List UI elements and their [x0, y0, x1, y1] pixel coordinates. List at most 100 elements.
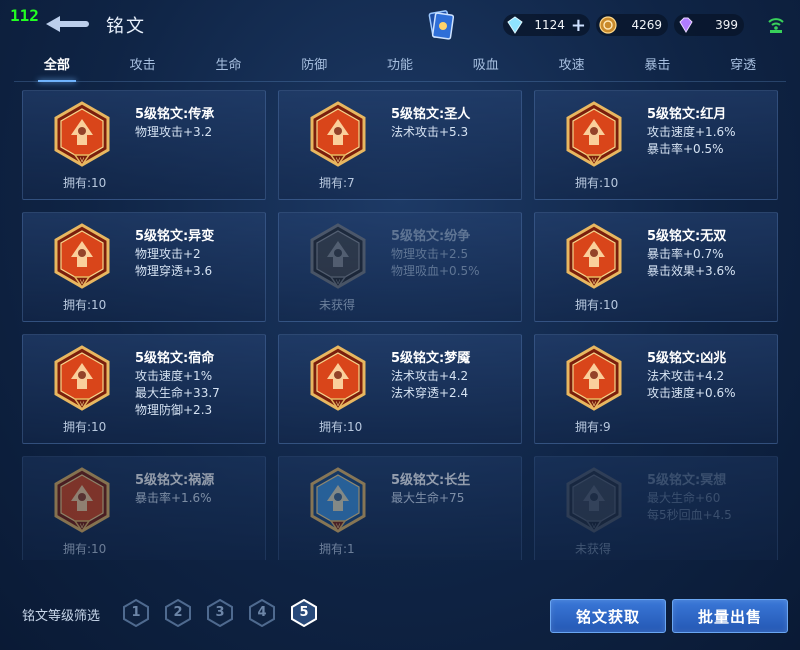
- add-crystal-icon[interactable]: +: [571, 15, 586, 36]
- inscription-card[interactable]: V 5级铭文:红月 攻击速度+1.6% 暴击率+0.5% 拥有:10: [534, 90, 778, 200]
- inscription-card[interactable]: V 5级铭文:祸源 暴击率+1.6% 拥有:10: [22, 456, 266, 560]
- owned-count: 拥有:10: [575, 176, 619, 190]
- inscription-card[interactable]: V 5级铭文:无双 暴击率+0.7% 暴击效果+3.6% 拥有:10: [534, 212, 778, 322]
- page-title: 铭文: [106, 16, 146, 37]
- gem-value: 399: [715, 18, 738, 32]
- get-inscription-button[interactable]: 铭文获取: [550, 599, 666, 633]
- level-number: 1: [131, 605, 141, 620]
- attribute-line: 物理穿透+3.6: [135, 264, 213, 278]
- owned-count: 拥有:10: [63, 420, 107, 434]
- tab-3[interactable]: 防御: [271, 54, 357, 80]
- inscription-badge-icon: V: [54, 467, 110, 533]
- attribute-line: 攻击速度+1%: [135, 369, 213, 383]
- owned-count: 拥有:10: [575, 298, 619, 312]
- inscription-card[interactable]: V 5级铭文:冥想 最大生命+60 每5秒回血+4.5 未获得: [534, 456, 778, 560]
- attribute-line: 物理攻击+3.2: [135, 125, 213, 139]
- inscription-attributes: 法术攻击+4.2 法术穿透+2.4: [391, 368, 468, 402]
- inscription-name: 5级铭文:红月: [647, 107, 727, 122]
- level-number: 5: [299, 605, 309, 620]
- inscription-card[interactable]: V 5级铭文:圣人 法术攻击+5.3 拥有:7: [278, 90, 522, 200]
- tab-7[interactable]: 暴击: [614, 54, 700, 80]
- inscription-attributes: 暴击率+1.6%: [135, 490, 212, 507]
- tab-0[interactable]: 全部: [14, 54, 100, 82]
- tab-1[interactable]: 攻击: [100, 54, 186, 80]
- inscription-card[interactable]: V 5级铭文:凶兆 法术攻击+4.2 攻击速度+0.6% 拥有:9: [534, 334, 778, 444]
- level-number: 2: [173, 605, 183, 620]
- inscription-attributes: 最大生命+75: [391, 490, 464, 507]
- level-filter-3[interactable]: 3: [206, 598, 234, 628]
- tab-4[interactable]: 功能: [357, 54, 443, 80]
- category-tabs: 全部 攻击 生命 防御 功能 吸血 攻速 暴击 穿透: [14, 54, 786, 82]
- inscription-attributes: 物理攻击+2.5 物理吸血+0.5%: [391, 246, 480, 280]
- inscription-name: 5级铭文:冥想: [647, 473, 727, 488]
- inscription-name: 5级铭文:凶兆: [647, 351, 727, 366]
- level-filter: 1 2 3 4 5: [122, 598, 318, 628]
- tab-divider: [14, 81, 786, 82]
- inscription-card[interactable]: V 5级铭文:宿命 攻击速度+1% 最大生命+33.7 物理防御+2.3 拥有:10: [22, 334, 266, 444]
- gem-counter: 399: [674, 14, 744, 36]
- tab-8[interactable]: 穿透: [700, 54, 786, 80]
- fps-counter: 112: [10, 6, 39, 25]
- attribute-line: 最大生命+33.7: [135, 386, 220, 400]
- wifi-signal-icon: [768, 18, 784, 33]
- level-filter-5[interactable]: 5: [290, 598, 318, 628]
- back-arrow-icon[interactable]: [40, 12, 92, 36]
- inscription-badge-icon: V: [566, 467, 622, 533]
- level-filter-2[interactable]: 2: [164, 598, 192, 628]
- level-filter-label: 铭文等级筛选: [22, 609, 101, 624]
- inscription-attributes: 法术攻击+5.3: [391, 124, 468, 141]
- inscription-name: 5级铭文:宿命: [135, 351, 215, 366]
- owned-count: 拥有:10: [63, 298, 107, 312]
- inscription-attributes: 攻击速度+1.6% 暴击率+0.5%: [647, 124, 736, 158]
- level-filter-1[interactable]: 1: [122, 598, 150, 628]
- attribute-line: 暴击率+1.6%: [135, 491, 212, 505]
- tab-5[interactable]: 吸血: [443, 54, 529, 80]
- inscription-card[interactable]: V 5级铭文:长生 最大生命+75 拥有:1: [278, 456, 522, 560]
- level-filter-4[interactable]: 4: [248, 598, 276, 628]
- attribute-line: 最大生命+75: [391, 491, 465, 505]
- attribute-line: 暴击率+0.7%: [647, 247, 724, 261]
- inscription-badge-icon: V: [310, 345, 366, 411]
- attribute-line: 法术攻击+4.2: [647, 369, 725, 383]
- crystal-icon: [507, 16, 523, 34]
- crystal-value: 1124: [534, 18, 565, 32]
- inscription-name: 5级铭文:祸源: [135, 473, 215, 488]
- owned-count: 拥有:10: [63, 176, 107, 190]
- gold-counter: 4269: [596, 14, 668, 36]
- inscription-card[interactable]: V 5级铭文:异变 物理攻击+2 物理穿透+3.6 拥有:10: [22, 212, 266, 322]
- attribute-line: 物理防御+2.3: [135, 403, 213, 417]
- inscription-name: 5级铭文:传承: [135, 107, 215, 122]
- owned-count: 未获得: [319, 298, 356, 312]
- inscription-badge-icon: V: [310, 101, 366, 167]
- owned-count: 未获得: [575, 542, 612, 556]
- tab-2[interactable]: 生命: [186, 54, 272, 80]
- owned-count: 拥有:10: [63, 542, 107, 556]
- inscription-card[interactable]: V 5级铭文:纷争 物理攻击+2.5 物理吸血+0.5% 未获得: [278, 212, 522, 322]
- inscription-badge-icon: V: [566, 345, 622, 411]
- inscription-card-icon[interactable]: [428, 10, 454, 40]
- batch-sell-button[interactable]: 批量出售: [672, 599, 788, 633]
- inscription-badge-icon: V: [310, 223, 366, 289]
- gem-icon: [679, 17, 693, 33]
- inscription-name: 5级铭文:长生: [391, 473, 471, 488]
- inscription-badge-icon: V: [310, 467, 366, 533]
- level-number: 3: [215, 605, 225, 620]
- inscription-attributes: 攻击速度+1% 最大生命+33.7 物理防御+2.3: [135, 368, 220, 419]
- owned-count: 拥有:9: [575, 420, 611, 434]
- attribute-line: 法术攻击+4.2: [391, 369, 469, 383]
- attribute-line: 最大生命+60: [647, 491, 721, 505]
- level-number: 4: [257, 605, 267, 620]
- inscription-badge-icon: V: [54, 101, 110, 167]
- attribute-line: 暴击效果+3.6%: [647, 264, 736, 278]
- tab-6[interactable]: 攻速: [529, 54, 615, 80]
- inscription-attributes: 物理攻击+2 物理穿透+3.6: [135, 246, 212, 280]
- attribute-line: 法术穿透+2.4: [391, 386, 469, 400]
- attribute-line: 攻击速度+0.6%: [647, 386, 736, 400]
- attribute-line: 暴击率+0.5%: [647, 142, 724, 156]
- owned-count: 拥有:1: [319, 542, 355, 556]
- attribute-line: 物理攻击+2: [135, 247, 201, 261]
- inscription-card[interactable]: V 5级铭文:梦魇 法术攻击+4.2 法术穿透+2.4 拥有:10: [278, 334, 522, 444]
- crystal-counter[interactable]: 1124 +: [503, 14, 590, 36]
- inscription-card[interactable]: V 5级铭文:传承 物理攻击+3.2 拥有:10: [22, 90, 266, 200]
- gold-coin-icon: [599, 16, 617, 34]
